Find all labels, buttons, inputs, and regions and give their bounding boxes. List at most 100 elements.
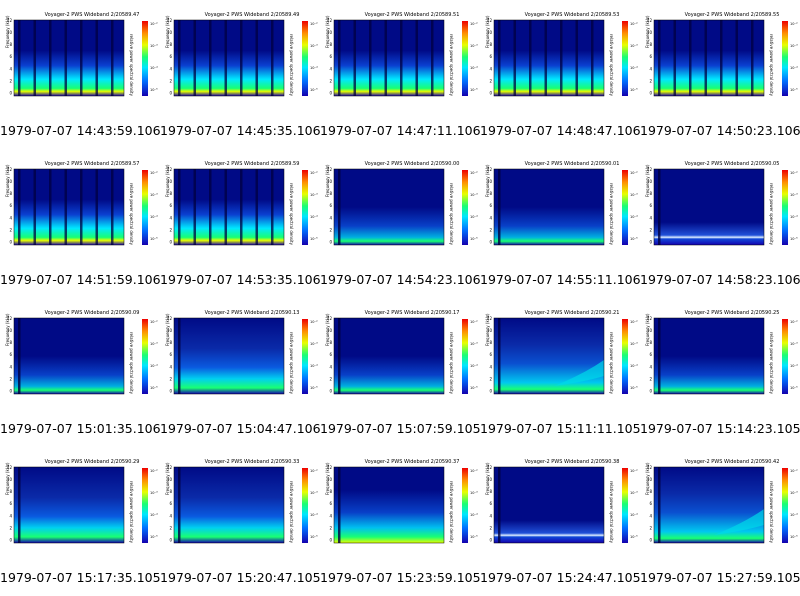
y-tick-label: 10 xyxy=(647,477,653,482)
burst-gap xyxy=(80,169,83,245)
y-tick-label: 6 xyxy=(329,203,332,208)
spectrogram-panel: Voyager-2 PWS Wideband 2/20590.38 Frequen… xyxy=(480,447,641,596)
y-tick-label: 2 xyxy=(9,376,12,381)
y-tick-label: 2 xyxy=(329,78,332,83)
y-tick-label: 6 xyxy=(489,501,492,506)
panel-timestamp-caption: 1979-07-07 14:55:11.106 xyxy=(480,272,641,287)
y-tick-label: 2 xyxy=(9,525,12,530)
y-tick-label: 2 xyxy=(489,376,492,381)
y-tick-label: 10 xyxy=(647,30,653,35)
burst-gap xyxy=(18,169,21,245)
y-tick-label: 12 xyxy=(7,18,13,23)
y-tick-label: 2 xyxy=(329,376,332,381)
color-scale-label: relative power spectral density xyxy=(769,183,774,245)
y-tick-label: 4 xyxy=(169,513,172,518)
spectrogram-image xyxy=(14,467,124,543)
burst-gap xyxy=(673,20,676,96)
burst-gap xyxy=(178,169,181,245)
panel-timestamp-caption: 1979-07-07 14:51:59.106 xyxy=(0,272,161,287)
color-scale-tick: 10⁻² xyxy=(470,171,478,175)
y-tick-label: 10 xyxy=(7,179,13,184)
color-scale-tick: 10⁻⁵ xyxy=(150,237,158,241)
color-scale-tick: 10⁻⁴ xyxy=(470,66,478,70)
color-scale-tick: 10⁻⁴ xyxy=(790,364,798,368)
color-scale-tick: 10⁻² xyxy=(150,171,158,175)
burst-gap xyxy=(498,20,501,96)
color-scale-bar xyxy=(462,170,468,245)
spectrogram-image xyxy=(334,318,444,394)
color-scale-label: relative power spectral density xyxy=(129,481,134,543)
y-tick-label: 12 xyxy=(327,167,333,172)
spectrogram-image xyxy=(654,318,764,394)
burst-gap xyxy=(111,169,114,245)
spectrogram-image xyxy=(654,467,764,543)
color-scale-label: relative power spectral density xyxy=(449,183,454,245)
y-tick-label: 4 xyxy=(9,66,12,71)
spectrogram-panel: Voyager-2 PWS Wideband 2/20590.00 Frequen… xyxy=(320,149,481,298)
panel-timestamp-caption: 1979-07-07 14:47:11.106 xyxy=(320,123,481,138)
panel-timestamp-caption: 1979-07-07 15:04:47.106 xyxy=(160,421,321,436)
color-scale-tick: 10⁻⁵ xyxy=(630,386,638,390)
y-tick-label: 0 xyxy=(329,90,332,95)
color-scale-bar xyxy=(142,170,148,245)
spectrogram-image xyxy=(334,467,444,543)
y-tick-label: 10 xyxy=(487,328,493,333)
color-scale-tick: 10⁻³ xyxy=(790,193,798,197)
burst-gap xyxy=(575,20,578,96)
burst-gap xyxy=(240,169,243,245)
spectrogram-plot: 12 10 8 6 4 2 0 xyxy=(487,18,605,97)
burst-gap xyxy=(224,20,227,96)
burst-gap xyxy=(240,20,243,96)
color-scale-tick: 10⁻² xyxy=(630,171,638,175)
y-tick-label: 6 xyxy=(489,54,492,59)
data-gap xyxy=(338,169,341,245)
spectrogram-panel: Voyager-2 PWS Wideband 2/20590.21 Frequen… xyxy=(480,298,641,447)
spectrogram-plot: 12 10 8 6 4 2 0 xyxy=(7,465,125,544)
y-tick-label: 10 xyxy=(327,328,333,333)
y-tick-label: 6 xyxy=(169,352,172,357)
spectrogram-panel: Voyager-2 PWS Wideband 2/20589.51 Frequen… xyxy=(320,0,481,149)
panel-timestamp-caption: 1979-07-07 15:24:47.105 xyxy=(480,570,641,585)
burst-gap xyxy=(353,20,356,96)
y-tick-label: 10 xyxy=(327,477,333,482)
panel-timestamp-caption: 1979-07-07 15:27:59.105 xyxy=(640,570,800,585)
color-scale-tick: 10⁻⁴ xyxy=(790,513,798,517)
y-tick-label: 8 xyxy=(649,340,652,345)
y-tick-label: 4 xyxy=(9,215,12,220)
color-scale-tick: 10⁻² xyxy=(790,320,798,324)
y-tick-label: 6 xyxy=(9,352,12,357)
spectrogram-panel: Voyager-2 PWS Wideband 2/20590.01 Frequen… xyxy=(480,149,641,298)
y-tick-label: 8 xyxy=(329,191,332,196)
spectrogram-grid: Voyager-2 PWS Wideband 2/20589.47 Frequen… xyxy=(0,0,800,596)
y-tick-label: 0 xyxy=(329,239,332,244)
y-tick-label: 2 xyxy=(489,227,492,232)
y-tick-label: 8 xyxy=(489,42,492,47)
y-tick-label: 10 xyxy=(167,30,173,35)
y-tick-label: 0 xyxy=(489,537,492,542)
burst-gap xyxy=(271,169,274,245)
color-scale-bar xyxy=(782,468,788,543)
data-gap xyxy=(658,169,661,245)
y-tick-label: 8 xyxy=(329,340,332,345)
color-scale-bar xyxy=(142,21,148,96)
color-scale-label: relative power spectral density xyxy=(449,34,454,96)
color-scale-bar xyxy=(302,468,308,543)
y-tick-label: 2 xyxy=(9,227,12,232)
color-scale-tick: 10⁻³ xyxy=(630,44,638,48)
color-scale-tick: 10⁻³ xyxy=(150,44,158,48)
burst-gap xyxy=(209,169,212,245)
spectrogram-image xyxy=(494,20,604,96)
color-scale-tick: 10⁻⁴ xyxy=(310,215,318,219)
burst-gap xyxy=(591,20,594,96)
y-tick-label: 2 xyxy=(329,227,332,232)
color-scale-tick: 10⁻⁵ xyxy=(470,386,478,390)
spectrogram-panel: Voyager-2 PWS Wideband 2/20589.47 Frequen… xyxy=(0,0,161,149)
data-gap xyxy=(498,318,501,394)
burst-gap xyxy=(111,20,114,96)
y-tick-label: 0 xyxy=(649,537,652,542)
panel-timestamp-caption: 1979-07-07 15:17:35.105 xyxy=(0,570,161,585)
color-scale-tick: 10⁻² xyxy=(310,469,318,473)
y-tick-label: 10 xyxy=(487,477,493,482)
y-tick-label: 8 xyxy=(169,42,172,47)
color-scale-label: relative power spectral density xyxy=(769,332,774,394)
